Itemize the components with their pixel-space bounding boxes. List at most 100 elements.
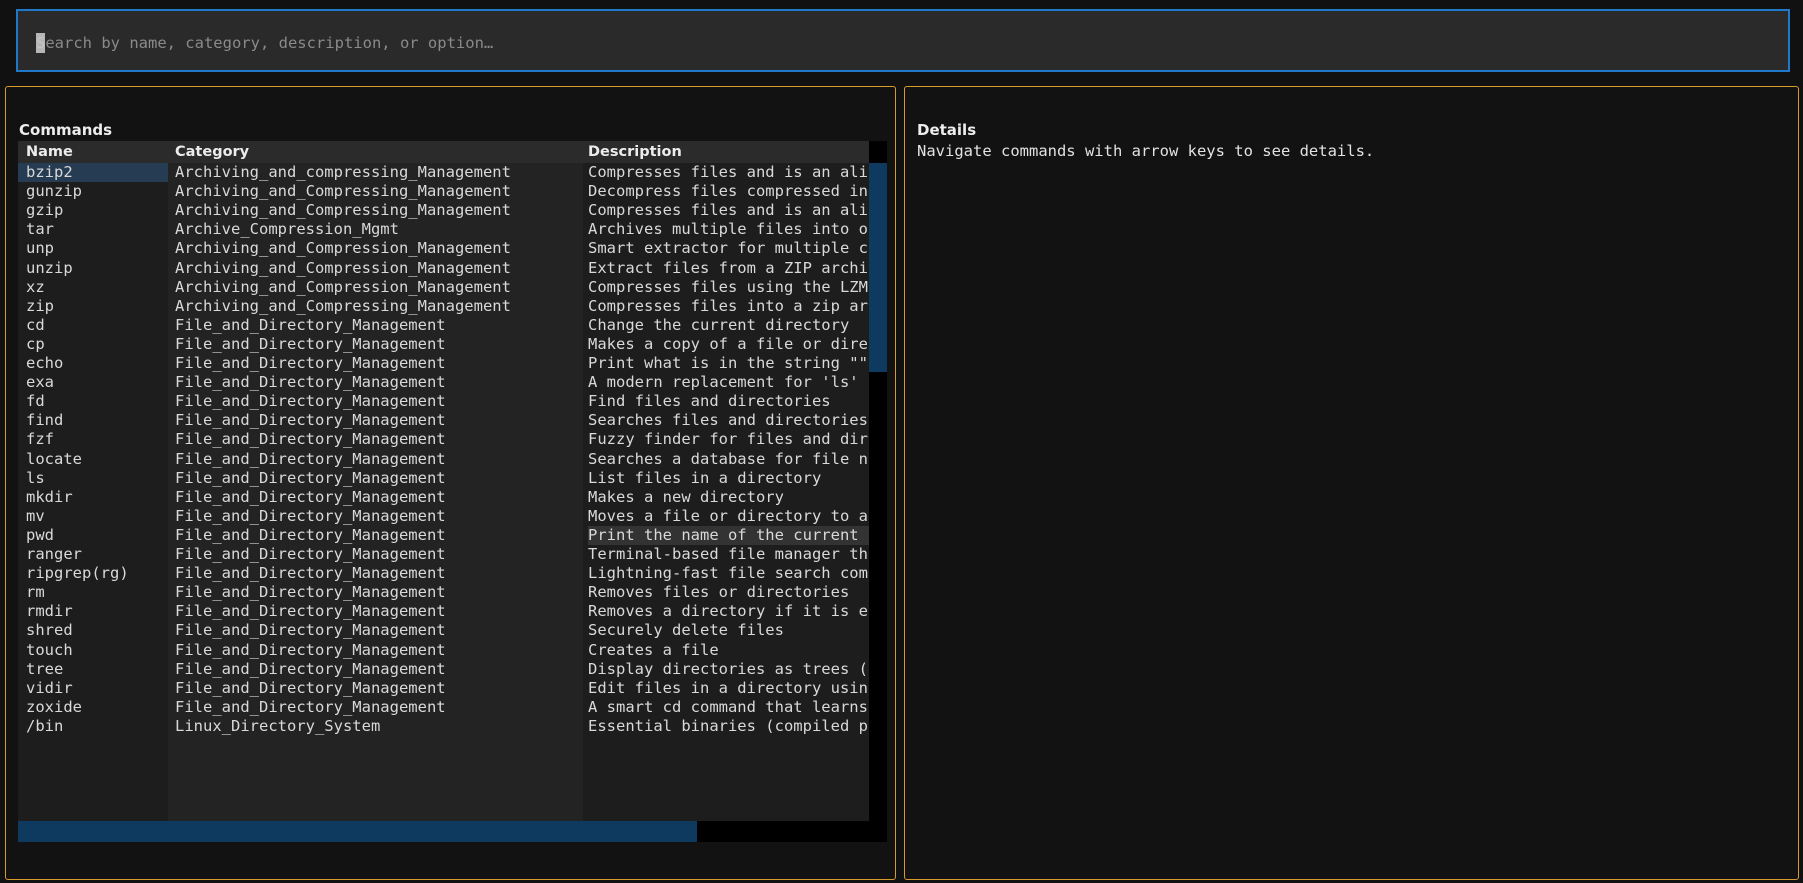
command-category-cell: File_and_Directory_Management xyxy=(175,449,446,468)
command-name-cell: ls xyxy=(26,468,45,487)
command-category-cell: Archiving_and_compressing_Management xyxy=(175,163,511,181)
search-box[interactable] xyxy=(16,9,1790,72)
table-row[interactable]: ls File_and_Directory_Management List file… xyxy=(18,469,869,488)
command-description-cell: Decompress files compressed in xyxy=(588,182,868,201)
table-row[interactable]: echo File_and_Directory_Management Print w… xyxy=(18,354,869,373)
command-category-cell: File_and_Directory_Management xyxy=(175,392,446,411)
column-header-description[interactable]: Description xyxy=(588,141,869,163)
table-row[interactable]: locate File_and_Directory_Management Searc… xyxy=(18,450,869,469)
table-row[interactable]: tar Archive_Compression_Mgmt Archives mult… xyxy=(18,220,869,239)
horizontal-scrollbar[interactable] xyxy=(18,821,887,842)
table-row[interactable]: pwd File_and_Directory_Management Print th… xyxy=(18,525,869,545)
command-description-cell: Print the name of the current xyxy=(588,525,869,545)
table-row[interactable]: tree File_and_Directory_Management Display… xyxy=(18,660,869,679)
command-description-cell: Removes a directory if it is e xyxy=(588,602,868,621)
table-row[interactable]: /bin Linux_Directory_System Essential bina… xyxy=(18,717,869,736)
command-name-cell: /bin xyxy=(26,716,64,735)
table-row[interactable]: touch File_and_Directory_Management Create… xyxy=(18,641,869,660)
command-name-cell: rmdir xyxy=(26,602,73,621)
command-description-cell: Makes a copy of a file or dire xyxy=(588,334,868,353)
command-category-cell: File_and_Directory_Management xyxy=(175,525,446,544)
command-category-cell: Archiving_and_Compressing_Management xyxy=(175,296,511,315)
command-description-cell: Print what is in the string "" xyxy=(588,354,868,372)
command-name-cell: fzf xyxy=(26,430,54,449)
table-row[interactable]: unp Archiving_and_Compression_Management S… xyxy=(18,239,869,258)
command-name-cell: zoxide xyxy=(26,697,82,716)
text-cursor xyxy=(36,33,45,53)
table-row[interactable]: zoxide File_and_Directory_Management A sma… xyxy=(18,698,869,717)
details-hint: Navigate commands with arrow keys to see… xyxy=(917,142,1375,160)
command-name-cell: gunzip xyxy=(26,182,82,201)
command-name-cell: ripgrep(rg) xyxy=(26,564,129,583)
command-category-cell: File_and_Directory_Management xyxy=(175,697,446,716)
commands-panel: Commands Name Category Description bzip2… xyxy=(5,86,896,880)
table-row[interactable]: rm File_and_Directory_Management Removes f… xyxy=(18,583,869,602)
command-name-cell: mkdir xyxy=(26,487,73,506)
command-category-cell: Archiving_and_Compression_Management xyxy=(175,258,511,277)
command-category-cell: File_and_Directory_Management xyxy=(175,659,446,678)
details-panel: Details Navigate commands with arrow key… xyxy=(904,86,1799,880)
table-row[interactable]: exa File_and_Directory_Management A modern… xyxy=(18,373,869,392)
table-row[interactable]: zip Archiving_and_Compressing_Management C… xyxy=(18,297,869,316)
table-row[interactable]: bzip2 Archiving_and_compressing_Managemen… xyxy=(18,163,869,183)
command-name-cell: vidir xyxy=(26,678,73,697)
table-row[interactable]: cd File_and_Directory_Management Change th… xyxy=(18,316,869,335)
command-description-cell: Compresses files and is an ali xyxy=(588,163,868,181)
command-description-cell: List files in a directory xyxy=(588,468,822,487)
command-category-cell: File_and_Directory_Management xyxy=(175,621,446,640)
command-description-cell: A modern replacement for 'ls' xyxy=(588,373,859,392)
command-description-cell: Makes a new directory xyxy=(588,487,784,506)
command-description-cell: Searches files and directories xyxy=(588,411,868,430)
command-name-cell: fd xyxy=(26,392,45,411)
table-row[interactable]: shred File_and_Directory_Management Secure… xyxy=(18,621,869,640)
command-description-cell: Extract files from a ZIP archi xyxy=(588,258,868,277)
command-name-cell: gzip xyxy=(26,201,64,220)
vertical-scrollbar-thumb[interactable] xyxy=(869,163,887,372)
command-category-cell: File_and_Directory_Management xyxy=(175,468,446,487)
command-description-cell: Smart extractor for multiple c xyxy=(588,239,868,258)
command-category-cell: Archive_Compression_Mgmt xyxy=(175,220,399,239)
command-description-cell: Compresses files and is an ali xyxy=(588,201,868,220)
horizontal-scrollbar-thumb[interactable] xyxy=(18,821,697,842)
table-row[interactable]: fd File_and_Directory_Management Find file… xyxy=(18,392,869,411)
command-name-cell: echo xyxy=(26,354,64,372)
command-name-cell: tree xyxy=(26,659,64,678)
command-description-cell: Find files and directories xyxy=(588,392,831,411)
command-name-cell: xz xyxy=(26,277,45,296)
table-row[interactable]: cp File_and_Directory_Management Makes a c… xyxy=(18,335,869,354)
table-row[interactable]: ranger File_and_Directory_Management Termi… xyxy=(18,545,869,564)
command-category-cell: File_and_Directory_Management xyxy=(175,354,446,372)
table-row[interactable]: rmdir File_and_Directory_Management Remove… xyxy=(18,602,869,621)
table-row[interactable]: mv File_and_Directory_Management Moves a f… xyxy=(18,507,869,526)
table-row[interactable]: vidir File_and_Directory_Management Edit f… xyxy=(18,679,869,698)
command-description-cell: Change the current directory xyxy=(588,315,850,334)
table-row[interactable]: mkdir File_and_Directory_Management Makes … xyxy=(18,488,869,507)
command-category-cell: Archiving_and_Compression_Management xyxy=(175,239,511,258)
command-category-cell: File_and_Directory_Management xyxy=(175,545,446,563)
table-row[interactable]: xz Archiving_and_Compression_Management Co… xyxy=(18,278,869,297)
command-name-cell: zip xyxy=(26,296,54,315)
command-category-cell: File_and_Directory_Management xyxy=(175,602,446,621)
search-input[interactable] xyxy=(36,32,1736,54)
command-category-cell: Archiving_and_Compressing_Management xyxy=(175,182,511,201)
command-description-cell: Compresses files into a zip ar xyxy=(588,296,868,315)
column-header-category[interactable]: Category xyxy=(175,141,583,163)
vertical-scrollbar[interactable] xyxy=(869,141,887,842)
table-row[interactable]: ripgrep(rg) File_and_Directory_Management… xyxy=(18,564,869,583)
commands-title: Commands xyxy=(19,121,113,139)
table-row[interactable]: gzip Archiving_and_Compressing_Management… xyxy=(18,201,869,220)
command-name-cell: mv xyxy=(26,506,45,525)
table-row[interactable]: find File_and_Directory_Management Searche… xyxy=(18,411,869,430)
command-name-cell: bzip2 xyxy=(18,163,168,183)
table-row[interactable]: gunzip Archiving_and_Compressing_Manageme… xyxy=(18,182,869,201)
table-row[interactable]: fzf File_and_Directory_Management Fuzzy fi… xyxy=(18,430,869,449)
command-category-cell: Linux_Directory_System xyxy=(175,716,381,735)
table-row[interactable]: unzip Archiving_and_Compression_Managemen… xyxy=(18,259,869,278)
command-category-cell: File_and_Directory_Management xyxy=(175,640,446,659)
column-header-name[interactable]: Name xyxy=(18,141,168,163)
command-description-cell: Fuzzy finder for files and dir xyxy=(588,430,868,449)
command-description-cell: Essential binaries (compiled p xyxy=(588,716,868,735)
command-name-cell: tar xyxy=(26,220,54,239)
commands-table[interactable]: Name Category Description bzip2 Archiving… xyxy=(18,141,869,821)
command-description-cell: Searches a database for file n xyxy=(588,449,868,468)
